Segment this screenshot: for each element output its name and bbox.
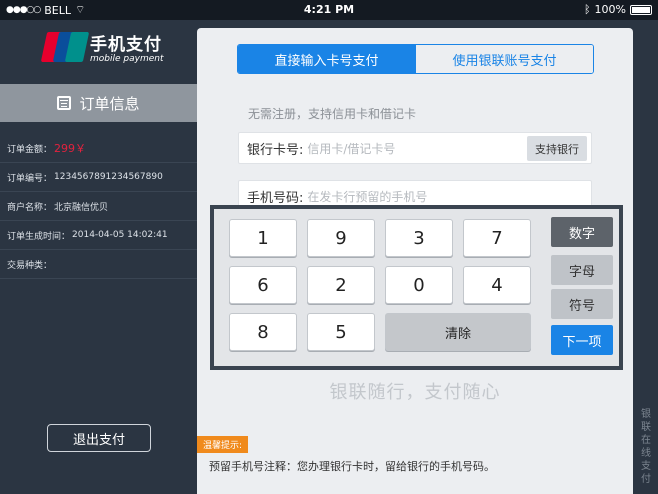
- status-time: 4:21 PM: [303, 3, 355, 16]
- card-number-field[interactable]: 银行卡号: 信用卡/借记卡号 支持银行: [238, 132, 592, 164]
- status-right: ᛒ 100%: [584, 3, 652, 16]
- clear-button[interactable]: 清除: [385, 313, 531, 351]
- battery-icon: [630, 4, 652, 15]
- key-3[interactable]: 3: [385, 219, 453, 257]
- slogan: 银联随行，支付随心: [329, 382, 501, 403]
- payment-method-tabs: 直接输入卡号支付 使用银联账号支付: [237, 44, 594, 74]
- tip-badge: 温馨提示:: [197, 436, 249, 453]
- order-row-merchant: 商户名称： 北京融信优贝: [0, 192, 197, 221]
- vertical-brand-text: 银联在线支付: [641, 409, 651, 485]
- key-0[interactable]: 0: [385, 266, 453, 304]
- phone-number-placeholder: 在发卡行预留的手机号: [307, 189, 428, 204]
- key-1[interactable]: 1: [229, 219, 297, 257]
- brand-subtitle: mobile payment: [90, 54, 164, 64]
- mode-symbols-button[interactable]: 符号: [551, 289, 613, 319]
- unionpay-logo-icon: [40, 32, 90, 62]
- order-amount: 299￥: [54, 142, 87, 155]
- order-details: 订单金额： 299￥ 订单编号： 1234567891234567890 商户名…: [0, 134, 197, 279]
- order-header-label: 订单信息: [79, 94, 140, 113]
- brand-logo: 手机支付 mobile payment: [40, 30, 163, 64]
- key-2[interactable]: 2: [307, 266, 375, 304]
- order-info-header: 订单信息: [0, 84, 197, 122]
- key-8[interactable]: 8: [229, 313, 297, 351]
- phone-number-label: 手机号码:: [247, 190, 304, 206]
- bluetooth-icon: ᛒ: [583, 3, 591, 16]
- mode-letters-button[interactable]: 字母: [551, 255, 613, 285]
- calendar-icon: [57, 96, 72, 110]
- key-6[interactable]: 6: [229, 266, 297, 304]
- merchant-name: 北京融信优贝: [54, 202, 109, 213]
- card-number-placeholder: 信用卡/借记卡号: [307, 141, 396, 156]
- next-field-button[interactable]: 下一项: [551, 325, 613, 355]
- numeric-keypad: 1 9 3 7 6 2 0 4 8 5 清除 数字 字母 符号 下一项: [210, 205, 623, 370]
- order-time: 2014-04-05 14:02:41: [72, 230, 168, 240]
- tab-unionpay-account[interactable]: 使用银联账号支付: [415, 45, 593, 73]
- order-row-amount: 订单金额： 299￥: [0, 134, 197, 163]
- order-row-time: 订单生成时间： 2014-04-05 14:02:41: [0, 221, 197, 250]
- order-number: 1234567891234567890: [54, 172, 163, 182]
- supported-banks-button[interactable]: 支持银行: [527, 136, 587, 161]
- form-hint: 无需注册，支持信用卡和借记卡: [248, 107, 417, 121]
- key-7[interactable]: 7: [463, 219, 531, 257]
- card-number-label: 银行卡号:: [247, 142, 304, 158]
- tip-text: 预留手机号注释：您办理银行卡时，留给银行的手机号码。: [209, 460, 495, 473]
- key-5[interactable]: 5: [307, 313, 375, 351]
- brand-title: 手机支付: [90, 35, 162, 55]
- mode-numbers-button[interactable]: 数字: [551, 217, 613, 247]
- exit-payment-button[interactable]: 退出支付: [47, 424, 151, 452]
- order-row-type: 交易种类：: [0, 250, 197, 279]
- status-bar: ●●●○○ BELL ⌔ 4:21 PM ᛒ 100%: [0, 0, 658, 20]
- key-9[interactable]: 9: [307, 219, 375, 257]
- key-4[interactable]: 4: [463, 266, 531, 304]
- battery-percent: 100%: [594, 3, 626, 16]
- tab-card-number[interactable]: 直接输入卡号支付: [238, 45, 415, 73]
- order-row-number: 订单编号： 1234567891234567890: [0, 163, 197, 192]
- sidebar: 手机支付 mobile payment 订单信息 订单金额： 299￥ 订单编号…: [0, 20, 197, 494]
